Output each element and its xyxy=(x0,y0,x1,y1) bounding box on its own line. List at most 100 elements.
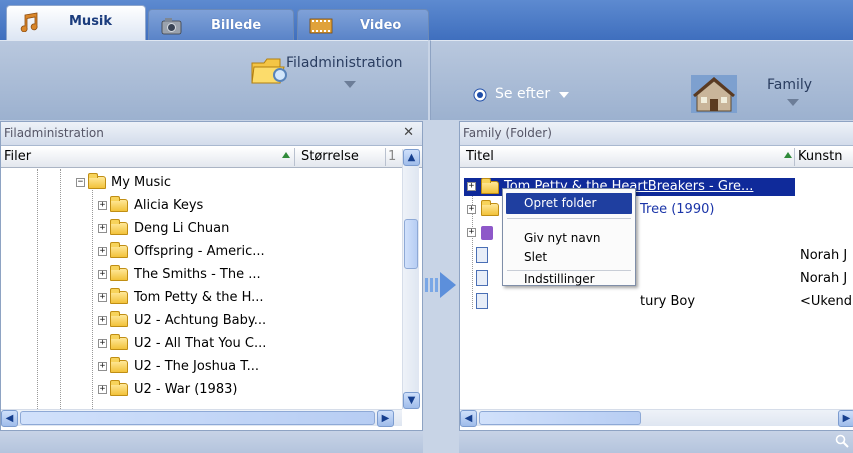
vertical-scrollbar[interactable]: ▲ ▼ xyxy=(402,149,420,409)
right-footer xyxy=(459,431,853,453)
folder-label: My Music xyxy=(111,175,172,190)
menu-item-slet[interactable]: Slet xyxy=(506,247,632,266)
tree-row[interactable]: + U2 - Achtung Baby... xyxy=(1,310,401,333)
folder-icon xyxy=(110,311,128,327)
tree-row[interactable]: + The Smiths - The ... xyxy=(1,264,401,287)
folder-label: The Smiths - The ... xyxy=(134,267,261,282)
column-titel[interactable]: Titel xyxy=(466,149,494,164)
folder-icon xyxy=(110,334,128,350)
collapse-icon[interactable]: − xyxy=(76,178,85,187)
tree-row[interactable]: + Deng Li Chuan xyxy=(1,218,401,241)
folder-label: Alicia Keys xyxy=(134,198,204,213)
menu-item-giv-nyt-navn[interactable]: Giv nyt navn xyxy=(506,228,632,249)
folder-search-icon xyxy=(251,58,287,84)
column-kunstner[interactable]: Kunstn xyxy=(798,149,842,164)
folder-icon xyxy=(110,219,128,235)
column-header: Titel Kunstn xyxy=(460,147,853,168)
tab-label: Musik xyxy=(69,14,113,29)
column-filer[interactable]: Filer xyxy=(4,149,31,164)
row-artist: <Ukend xyxy=(800,294,852,309)
row-title: tury Boy xyxy=(640,294,696,309)
scroll-left-icon[interactable]: ◀ xyxy=(460,410,477,427)
panel-header: Family (Folder) xyxy=(460,122,853,146)
tab-bar: Musik Billede Video xyxy=(0,0,853,41)
tab-video[interactable]: Video xyxy=(297,9,429,40)
chevron-down-icon xyxy=(559,92,569,98)
folder-icon xyxy=(481,178,499,194)
column-truncated[interactable]: 1 xyxy=(388,149,396,164)
panel-title: Family (Folder) xyxy=(463,126,552,140)
scroll-right-icon[interactable]: ▶ xyxy=(377,410,394,427)
row-artist: Norah J xyxy=(800,248,848,263)
tree-row-root[interactable]: − My Music xyxy=(1,172,401,195)
folder-icon xyxy=(110,242,128,258)
horizontal-scrollbar[interactable]: ◀ ▶ xyxy=(460,409,853,427)
column-storrelse[interactable]: Størrelse xyxy=(301,149,359,164)
transfer-arrow-icon[interactable] xyxy=(425,272,457,298)
row-artist: Norah J xyxy=(800,271,848,286)
menu-item-indstillinger[interactable]: Indstillinger xyxy=(506,271,632,287)
scroll-right-icon[interactable]: ▶ xyxy=(838,410,853,427)
folder-label: Tom Petty & the H... xyxy=(134,290,264,305)
folder-icon xyxy=(88,173,106,189)
chevron-down-icon xyxy=(787,99,799,106)
expand-icon[interactable]: + xyxy=(98,270,107,279)
eye-icon xyxy=(473,88,487,102)
filadministration-button[interactable]: Filadministration xyxy=(246,47,426,95)
expand-icon[interactable]: + xyxy=(98,293,107,302)
expand-icon[interactable]: + xyxy=(98,339,107,348)
close-icon[interactable]: ✕ xyxy=(403,125,414,140)
column-divider xyxy=(294,148,295,166)
row-title: Tree (1990) xyxy=(640,202,715,217)
expand-icon[interactable]: + xyxy=(98,247,107,256)
horizontal-scrollbar[interactable]: ◀ ▶ xyxy=(1,409,402,427)
scroll-left-icon[interactable]: ◀ xyxy=(1,410,18,427)
folder-icon xyxy=(110,288,128,304)
scroll-thumb[interactable] xyxy=(20,411,375,425)
left-footer xyxy=(0,431,423,453)
tab-label: Billede xyxy=(211,18,262,33)
context-menu: Opret folder Giv nyt navn Slet Indstilli… xyxy=(502,188,636,286)
family-dropdown[interactable]: Family xyxy=(689,75,853,115)
scroll-thumb[interactable] xyxy=(404,219,418,269)
list-row[interactable]: tury Boy <Ukend xyxy=(464,291,853,314)
expand-icon[interactable]: + xyxy=(98,201,107,210)
scroll-up-icon[interactable]: ▲ xyxy=(403,149,420,166)
file-manager-panel: Filadministration ✕ Filer Størrelse 1 − … xyxy=(0,121,423,431)
sort-ascending-icon xyxy=(282,152,290,158)
playlist-icon xyxy=(481,226,493,240)
folder-icon xyxy=(110,357,128,373)
expand-icon[interactable]: + xyxy=(98,385,107,394)
menu-item-opret-folder[interactable]: Opret folder xyxy=(506,193,632,214)
folder-icon xyxy=(481,200,499,216)
tree-row[interactable]: + U2 - War (1983) xyxy=(1,379,401,402)
menu-separator xyxy=(507,218,631,219)
folder-icon xyxy=(110,196,128,212)
se-efter-dropdown[interactable]: Se efter xyxy=(473,85,583,105)
tab-billede[interactable]: Billede xyxy=(148,9,294,40)
se-efter-label: Se efter xyxy=(495,86,551,102)
expand-icon[interactable]: + xyxy=(98,362,107,371)
panel-title: Filadministration xyxy=(4,126,104,140)
folder-label: U2 - Achtung Baby... xyxy=(134,313,267,328)
expand-icon[interactable]: + xyxy=(467,228,476,237)
column-divider xyxy=(385,148,386,166)
search-icon[interactable] xyxy=(835,434,849,448)
expand-icon[interactable]: + xyxy=(98,316,107,325)
folder-label: U2 - The Joshua T... xyxy=(134,359,259,374)
folder-label: U2 - War (1983) xyxy=(134,382,238,397)
tree-row[interactable]: + U2 - All That You C... xyxy=(1,333,401,356)
tree-row[interactable]: + Alicia Keys xyxy=(1,195,401,218)
expand-icon[interactable]: + xyxy=(98,224,107,233)
expand-icon[interactable]: + xyxy=(467,205,476,214)
scroll-thumb[interactable] xyxy=(479,411,641,425)
expand-icon[interactable]: + xyxy=(467,182,476,191)
tree-row[interactable]: + Tom Petty & the H... xyxy=(1,287,401,310)
folder-label: U2 - All That You C... xyxy=(134,336,267,351)
camera-icon xyxy=(161,18,182,35)
tree-row[interactable]: + Offspring - Americ... xyxy=(1,241,401,264)
tree-row[interactable]: + U2 - The Joshua T... xyxy=(1,356,401,379)
scroll-down-icon[interactable]: ▼ xyxy=(403,392,420,409)
panel-header: Filadministration ✕ xyxy=(1,122,422,146)
tab-musik[interactable]: Musik xyxy=(6,5,146,41)
